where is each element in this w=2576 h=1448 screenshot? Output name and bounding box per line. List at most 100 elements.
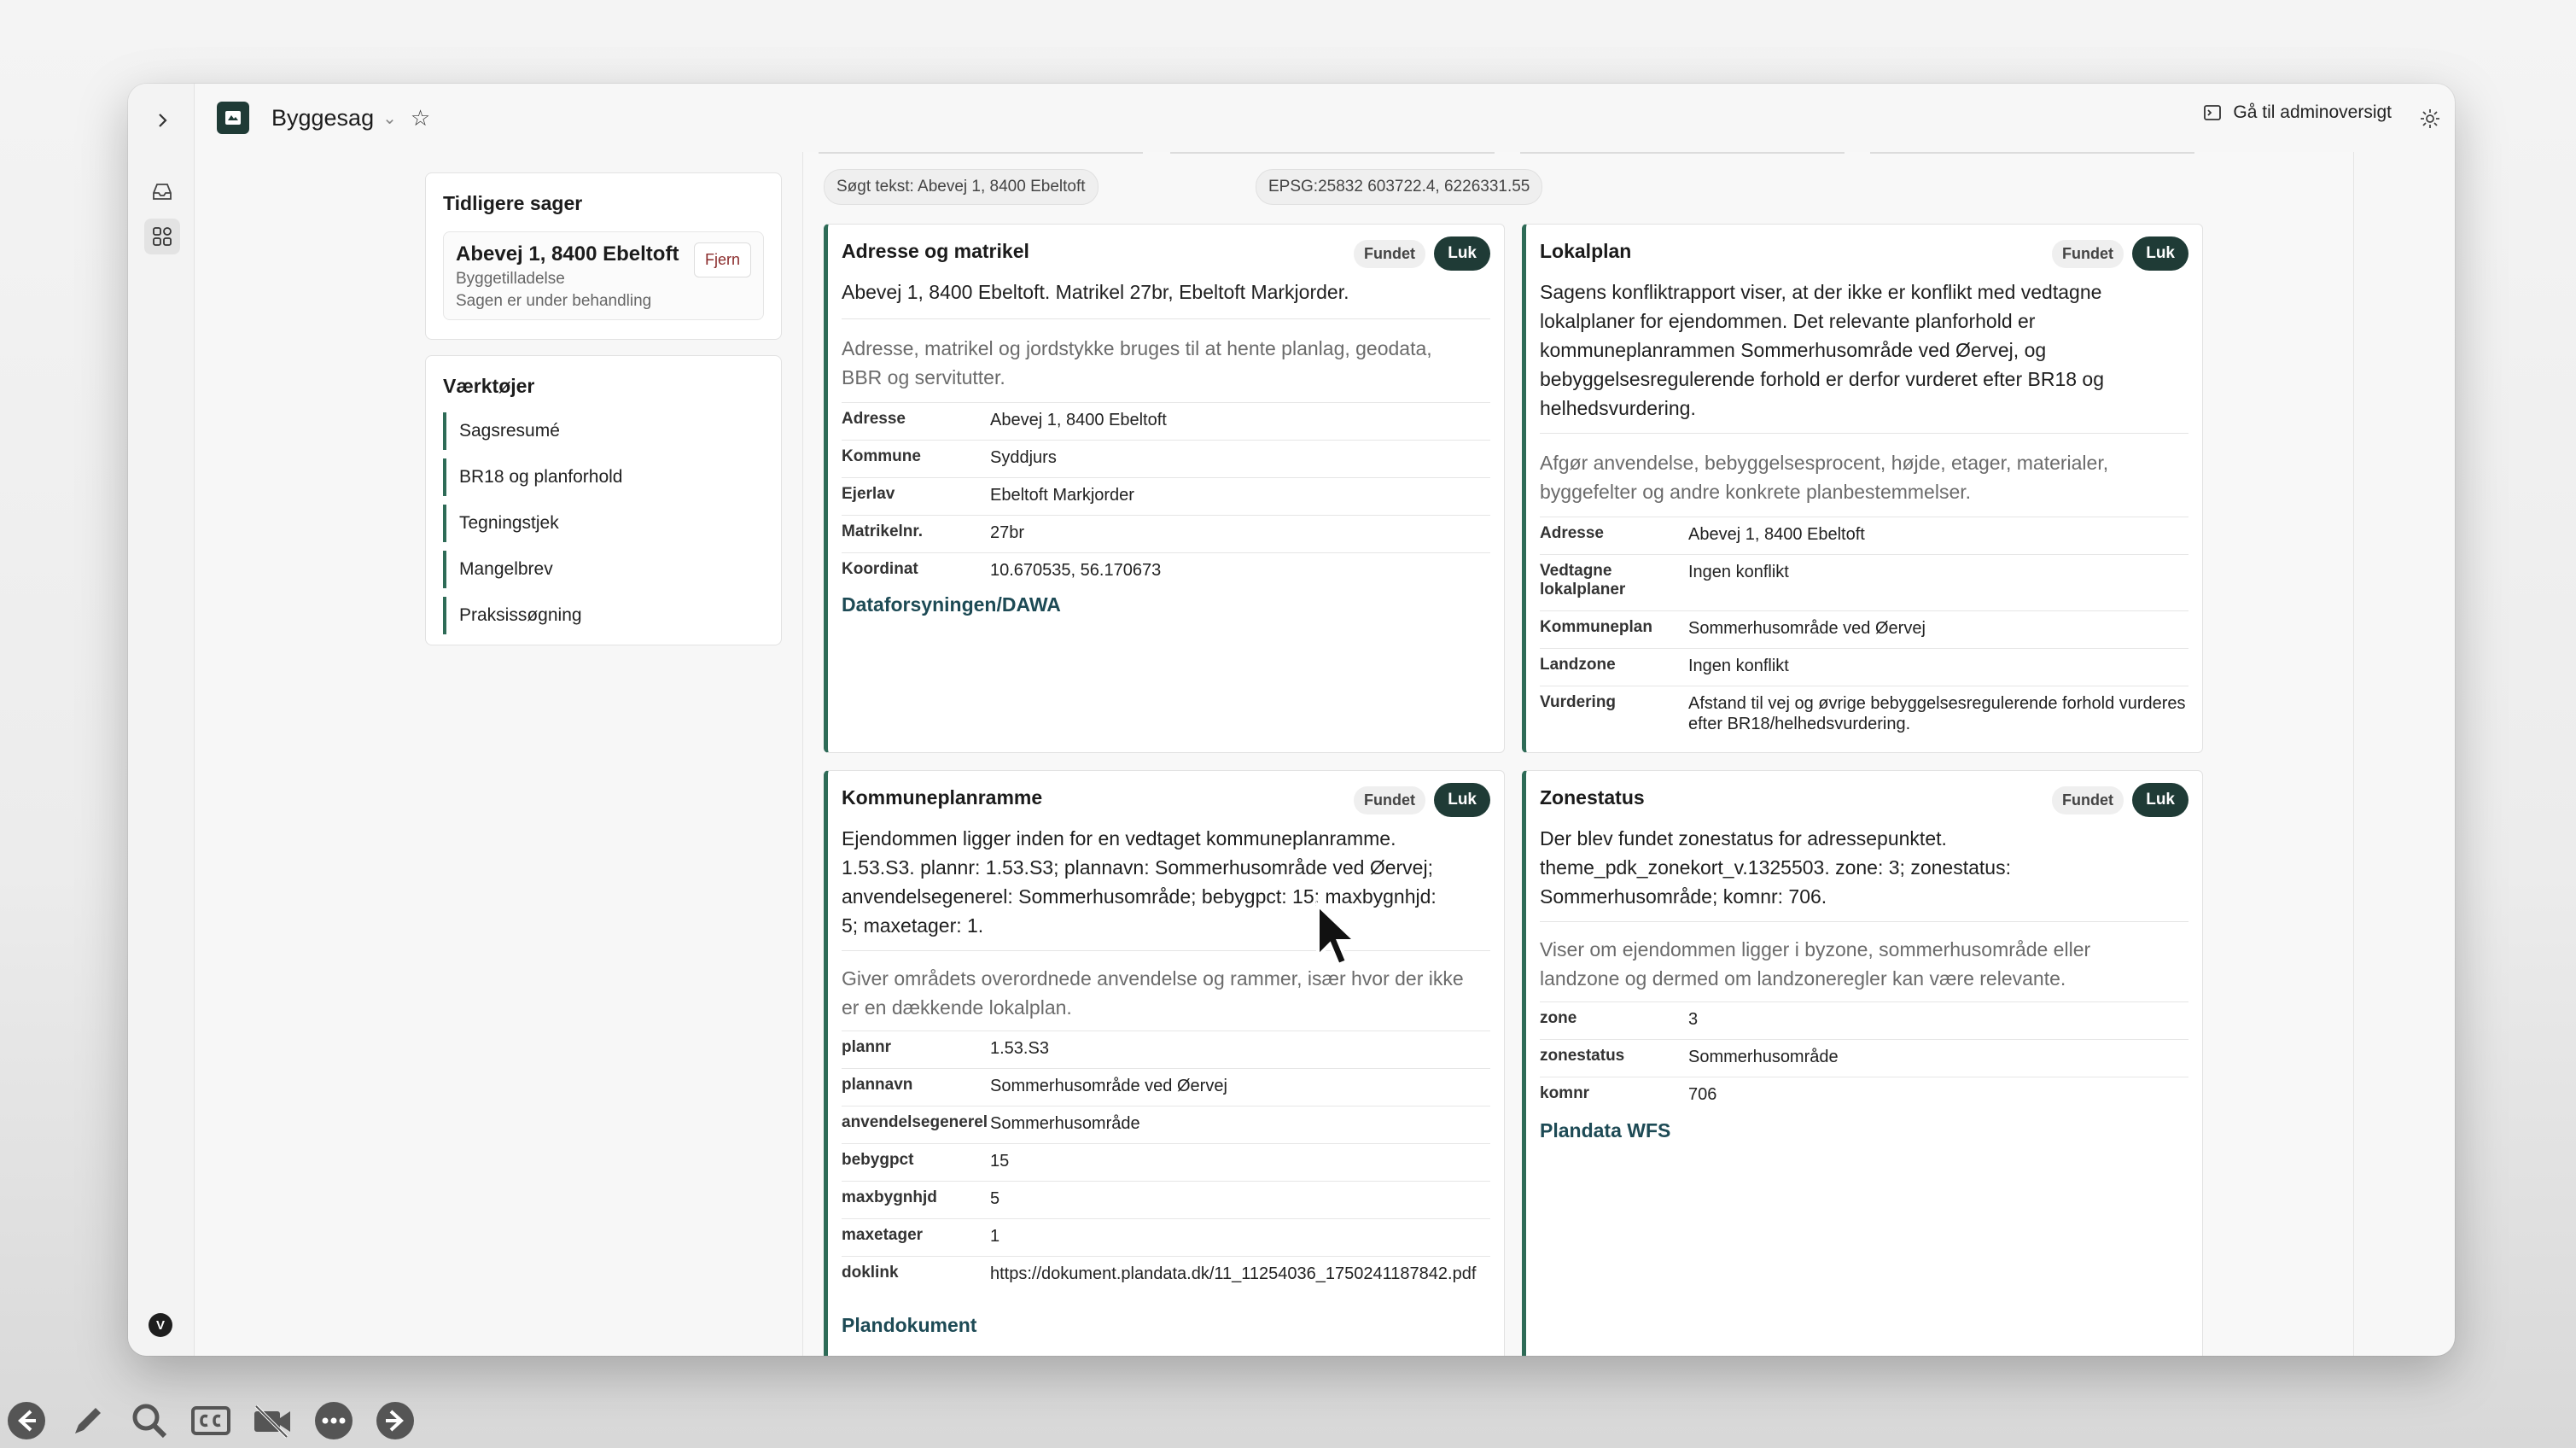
row-value: Ingen konflikt xyxy=(1688,657,1789,675)
back-arrow-icon[interactable] xyxy=(3,1398,50,1444)
case-status: Sagen er under behandling xyxy=(456,292,652,310)
status-badge: Fundet xyxy=(1354,786,1425,814)
source-link[interactable]: Plandokument xyxy=(842,1314,976,1337)
tool-item-deficiency-letter[interactable]: Mangelbrev xyxy=(443,551,764,588)
zoom-icon[interactable] xyxy=(126,1398,172,1444)
source-link[interactable]: Dataforsyningen/DAWA xyxy=(842,593,1061,616)
source-link[interactable]: Plandata WFS xyxy=(1540,1119,1670,1142)
row-key: plannr xyxy=(842,1038,892,1056)
previous-case-item[interactable]: Abevej 1, 8400 Ebeltoft Byggetilladelse … xyxy=(443,231,764,320)
coordinate-pill: EPSG:25832 603722.4, 6226331.55 xyxy=(1256,169,1543,205)
info-row: Adresse Abevej 1, 8400 Ebeltoft xyxy=(842,402,1490,440)
row-value: 27br xyxy=(990,523,1025,542)
app-logo-icon xyxy=(217,102,249,134)
row-value: Sommerhusområde ved Øervej xyxy=(990,1077,1227,1095)
card-local-plan: Lokalplan Fundet Luk Sagens konfliktrapp… xyxy=(1522,224,2203,753)
chevron-down-icon[interactable]: ⌄ xyxy=(382,108,397,129)
admin-overview-link[interactable]: Gå til adminoversigt xyxy=(2202,102,2392,123)
more-options-icon[interactable] xyxy=(311,1398,357,1444)
close-card-button[interactable]: Luk xyxy=(1434,236,1490,271)
info-row: Adresse Abevej 1, 8400 Ebeltoft xyxy=(1540,517,2188,554)
tool-item-practice-search[interactable]: Praksissøgning xyxy=(443,597,764,634)
camera-off-icon[interactable] xyxy=(249,1398,295,1444)
card-description: Giver områdets overordnede anvendelse og… xyxy=(842,967,1464,1019)
tab-divider xyxy=(819,152,1143,154)
gear-icon xyxy=(2421,109,2439,128)
info-row: zonestatus Sommerhusområde xyxy=(1540,1039,2188,1077)
recorder-toolbar xyxy=(0,1395,418,1446)
app-window: V Byggesag ⌄ ☆ Gå til adminoversigt Tidl… xyxy=(128,84,2455,1356)
tool-item-drawing-check[interactable]: Tegningstjek xyxy=(443,505,764,542)
status-badge: Fundet xyxy=(2052,240,2124,268)
row-value: 706 xyxy=(1688,1085,1717,1104)
row-key: bebygpct xyxy=(842,1151,914,1169)
row-value: 1 xyxy=(990,1227,1000,1246)
status-badge: Fundet xyxy=(1354,240,1425,268)
tool-item-summary[interactable]: Sagsresumé xyxy=(443,412,764,450)
expand-sidebar-button[interactable] xyxy=(144,102,180,138)
card-title: Kommuneplanramme xyxy=(842,786,1043,809)
row-value: 5 xyxy=(990,1189,1000,1208)
card-zone-status: Zonestatus Fundet Luk Der blev fundet zo… xyxy=(1522,770,2203,1356)
case-type: Byggetilladelse xyxy=(456,270,565,288)
captions-icon[interactable] xyxy=(188,1398,234,1444)
inbox-icon xyxy=(153,184,172,200)
row-key: zonestatus xyxy=(1540,1047,1625,1065)
star-icon[interactable]: ☆ xyxy=(411,105,430,131)
row-key: Adresse xyxy=(1540,524,1604,542)
mouse-cursor-icon xyxy=(1314,901,1362,974)
tab-divider xyxy=(1870,152,2194,154)
tab-divider xyxy=(1170,152,1495,154)
close-card-button[interactable]: Luk xyxy=(2132,783,2188,817)
status-badge: Fundet xyxy=(2052,786,2124,814)
row-value: 1.53.S3 xyxy=(990,1039,1049,1058)
left-rail: V xyxy=(128,84,195,1356)
row-value: 10.670535, 56.170673 xyxy=(990,561,1162,580)
info-row: Kommuneplan Sommerhusområde ved Øervej xyxy=(1540,610,2188,648)
close-card-button[interactable]: Luk xyxy=(2132,236,2188,271)
apps-button[interactable] xyxy=(144,219,180,254)
card-description: Adresse, matrikel og jordstykke bruges t… xyxy=(842,337,1432,388)
card-description: Afgør anvendelse, bebyggelsesprocent, hø… xyxy=(1540,452,2109,503)
search-text-pill: Søgt tekst: Abevej 1, 8400 Ebeltoft xyxy=(824,169,1099,205)
row-value[interactable]: https://dokument.plandata.dk/11_11254036… xyxy=(990,1264,1490,1284)
inbox-button[interactable] xyxy=(144,174,180,210)
card-description: Viser om ejendommen ligger i byzone, som… xyxy=(1540,938,2091,990)
divider xyxy=(1540,921,2188,922)
row-key: maxbygnhjd xyxy=(842,1188,937,1206)
row-key: Adresse xyxy=(842,410,906,428)
tools-title: Værktøjer xyxy=(443,375,535,397)
close-card-button[interactable]: Luk xyxy=(1434,783,1490,817)
top-bar: Byggesag ⌄ ☆ Gå til adminoversigt xyxy=(195,84,2455,152)
row-key: maxetager xyxy=(842,1226,924,1244)
info-row: komnr 706 xyxy=(1540,1077,2188,1114)
tool-item-br18[interactable]: BR18 og planforhold xyxy=(443,458,764,496)
app-title[interactable]: Byggesag xyxy=(271,105,374,131)
info-row: Kommune Syddjurs xyxy=(842,440,1490,477)
chevron-right-icon xyxy=(159,114,167,127)
results-column: Søgt tekst: Abevej 1, 8400 Ebeltoft EPSG… xyxy=(802,152,2354,1356)
row-key: Koordinat xyxy=(842,560,918,578)
row-key: Kommuneplan xyxy=(1540,618,1652,636)
info-row: anvendelsegenerel Sommerhusområde xyxy=(842,1106,1490,1143)
info-row: Landzone Ingen konflikt xyxy=(1540,648,2188,686)
pencil-icon[interactable] xyxy=(65,1398,111,1444)
row-value: Abevej 1, 8400 Ebeltoft xyxy=(1688,525,1865,544)
remove-case-button[interactable]: Fjern xyxy=(693,242,751,277)
forward-arrow-icon[interactable] xyxy=(372,1398,418,1444)
card-summary: Der blev fundet zonestatus for adressepu… xyxy=(1540,827,2011,908)
info-row: Matrikelnr. 27br xyxy=(842,515,1490,552)
card-summary: Abevej 1, 8400 Ebeltoft. Matrikel 27br, … xyxy=(842,281,1349,303)
admin-panel-icon xyxy=(2204,105,2222,120)
settings-button[interactable] xyxy=(2416,104,2445,133)
row-key: anvendelsegenerel xyxy=(842,1113,988,1131)
row-key: doklink xyxy=(842,1264,899,1282)
row-value: Abevej 1, 8400 Ebeltoft xyxy=(990,411,1167,429)
row-key: Kommune xyxy=(842,447,921,465)
info-row: plannr 1.53.S3 xyxy=(842,1031,1490,1068)
user-avatar[interactable]: V xyxy=(149,1313,172,1337)
tools-list: Sagsresumé BR18 og planforhold Tegningst… xyxy=(443,412,764,643)
row-value: Ingen konflikt xyxy=(1688,563,1789,581)
previous-cases-panel: Tidligere sager Abevej 1, 8400 Ebeltoft … xyxy=(425,172,782,340)
case-address: Abevej 1, 8400 Ebeltoft xyxy=(456,242,679,266)
